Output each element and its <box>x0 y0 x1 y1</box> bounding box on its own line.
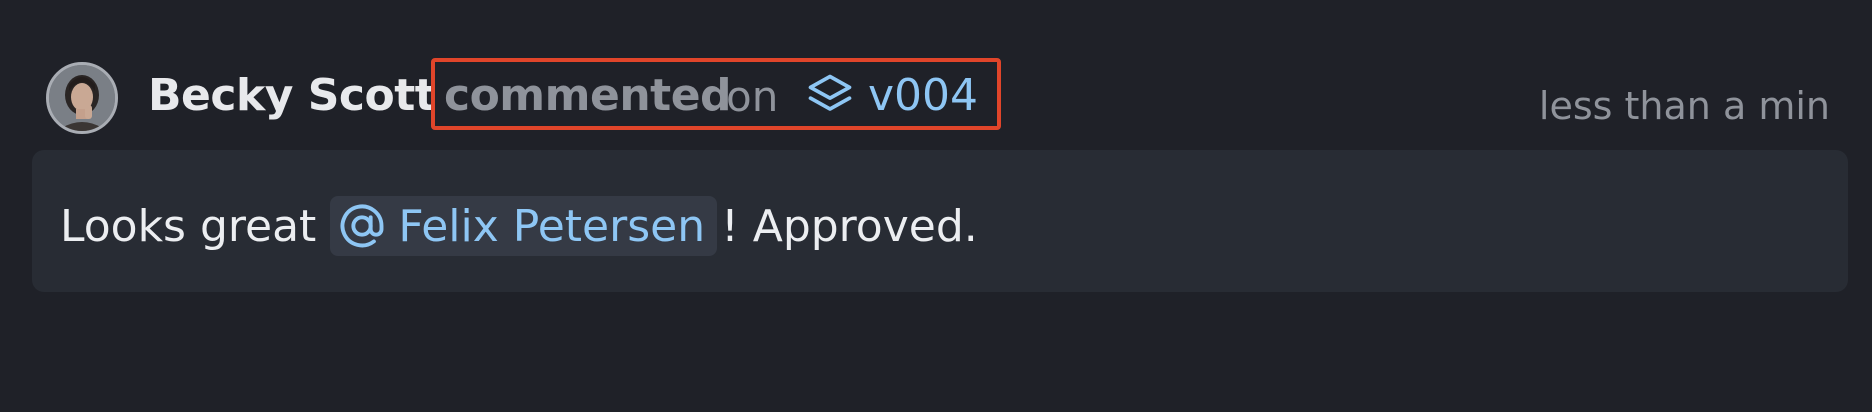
comment-prefix: Looks great <box>60 200 317 252</box>
action-text: commented <box>444 70 732 121</box>
version-link[interactable]: v004 <box>868 70 978 121</box>
author-name[interactable]: Becky Scott <box>148 70 436 121</box>
avatar-image <box>49 65 115 131</box>
at-sign-icon <box>340 204 384 248</box>
mention-chip[interactable]: Felix Petersen <box>330 196 718 256</box>
layers-icon[interactable] <box>804 70 856 122</box>
connector-text: on <box>726 72 779 121</box>
comment-text: Looks great Felix Petersen ! Approved. <box>60 196 978 256</box>
comment-body: Looks great Felix Petersen ! Approved. <box>32 150 1848 292</box>
avatar[interactable] <box>46 62 118 134</box>
activity-item: Becky Scott commented on v004 less than … <box>0 0 1872 412</box>
mention-name: Felix Petersen <box>398 200 706 252</box>
comment-suffix: ! Approved. <box>721 200 978 252</box>
timestamp: less than a min <box>1538 84 1830 128</box>
